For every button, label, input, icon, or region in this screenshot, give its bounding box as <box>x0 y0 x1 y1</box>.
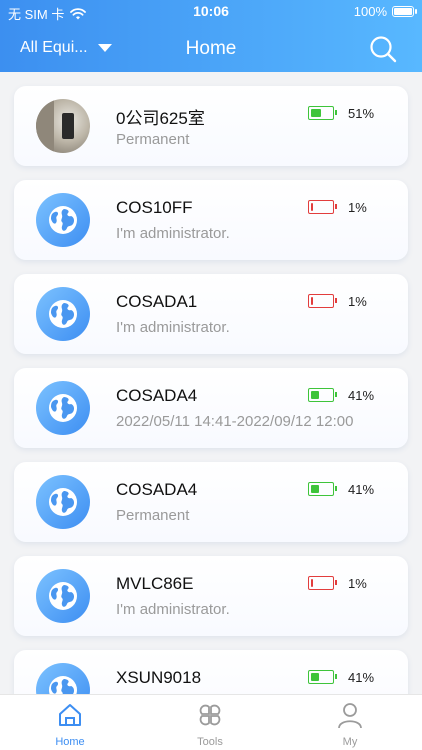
search-icon[interactable] <box>368 34 398 64</box>
device-name: COSADA4 <box>116 386 198 405</box>
device-name: XSUN9018 <box>116 668 202 687</box>
battery-percent: 1% <box>348 200 367 215</box>
device-subtitle: Permanent <box>116 507 190 524</box>
device-card[interactable]: 0公司625室 Permanent 51% <box>14 86 408 166</box>
device-card[interactable]: COSADA4 Permanent 41% <box>14 462 408 542</box>
battery-icon <box>308 670 337 684</box>
globe-icon <box>36 381 90 435</box>
battery-percent: 41% <box>348 482 375 497</box>
globe-icon <box>36 193 90 247</box>
battery-icon <box>308 294 337 308</box>
user-icon <box>338 703 362 729</box>
device-name: COSADA1 <box>116 292 198 311</box>
battery-percent: 41% <box>348 670 375 685</box>
battery-icon <box>308 388 337 402</box>
tab-home[interactable]: Home <box>0 695 140 750</box>
home-icon <box>59 704 81 726</box>
tab-label: Home <box>55 736 85 748</box>
header: 无 SIM 卡 10:06 100% All Equi... Home <box>0 0 422 72</box>
battery-percent: 1% <box>348 294 367 309</box>
battery-percent: 41% <box>348 388 375 403</box>
device-card[interactable]: COS10FF I'm administrator. 1% <box>14 180 408 260</box>
battery-percent: 100% <box>353 4 387 19</box>
device-card[interactable]: MVLC86E I'm administrator. 1% <box>14 556 408 636</box>
globe-icon <box>36 475 90 529</box>
tab-bar: Home Tools My <box>0 694 422 750</box>
device-subtitle: 2022/05/11 14:41-2022/09/12 12:00 <box>116 413 354 430</box>
tools-icon <box>199 704 221 726</box>
tab-label: Tools <box>197 736 223 748</box>
device-card[interactable]: COSADA4 2022/05/11 14:41-2022/09/12 12:0… <box>14 368 408 448</box>
tab-my[interactable]: My <box>280 695 420 750</box>
tab-label: My <box>342 736 358 748</box>
device-subtitle: I'm administrator. <box>116 601 230 618</box>
globe-icon <box>36 663 90 694</box>
battery-icon <box>308 200 337 214</box>
device-subtitle: I'm administrator. <box>116 319 230 336</box>
tab-tools[interactable]: Tools <box>140 695 280 750</box>
page-title: Home <box>185 38 237 59</box>
globe-icon <box>36 569 90 623</box>
device-name: 0公司625室 <box>116 109 205 128</box>
device-subtitle: Permanent <box>116 131 190 148</box>
battery-percent: 51% <box>348 106 375 121</box>
device-list: 0公司625室 Permanent 51% COS10FF I'm admini… <box>0 72 422 694</box>
status-bar: 无 SIM 卡 10:06 100% <box>0 0 422 24</box>
device-card[interactable]: XSUN9018 41% <box>14 650 408 694</box>
battery-icon <box>308 106 337 120</box>
battery-icon <box>308 576 337 590</box>
battery-icon <box>392 6 417 17</box>
device-photo <box>36 99 90 153</box>
device-name: MVLC86E <box>116 574 194 593</box>
device-subtitle: I'm administrator. <box>116 225 230 242</box>
device-name: COS10FF <box>116 198 193 217</box>
battery-percent: 1% <box>348 576 367 591</box>
device-name: COSADA4 <box>116 480 198 499</box>
battery-icon <box>308 482 337 496</box>
device-card[interactable]: COSADA1 I'm administrator. 1% <box>14 274 408 354</box>
globe-icon <box>36 287 90 341</box>
